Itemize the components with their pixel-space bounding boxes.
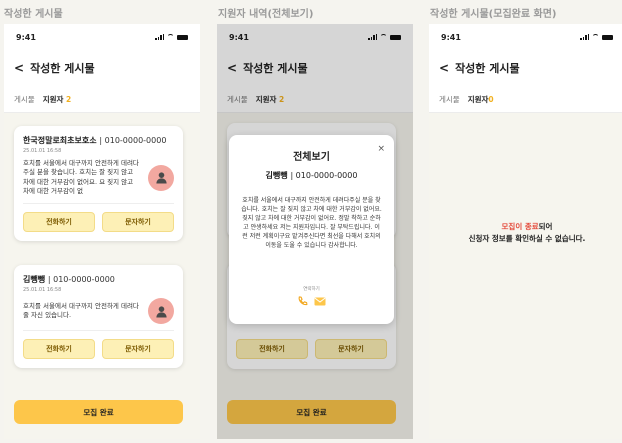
close-icon[interactable]: ×	[377, 144, 385, 154]
tab-applicants-label: 지원자	[467, 95, 489, 104]
applicant-name-line: 한국정말로최초보호소 | 010-0000-0000	[23, 135, 174, 146]
signal-icon	[580, 34, 589, 40]
page-title: 작성한 게시물	[30, 62, 95, 75]
tab-bar: 게시물 지원자 2	[14, 94, 71, 105]
tab-posts[interactable]: 게시물	[14, 94, 35, 105]
user-icon	[155, 172, 167, 184]
closed-accent-text: 모집이 종료	[501, 222, 539, 231]
applicant-phone: | 010-0000-0000	[47, 275, 115, 284]
wifi-icon	[592, 34, 599, 40]
caption-recruit-done: 작성한 게시물(모집완료 화면)	[430, 9, 557, 20]
tab-applicants[interactable]: 지원자0	[468, 94, 494, 105]
closed-text-line2: 신청자 정보를 확인하실 수 없습니다.	[468, 234, 586, 243]
signal-icon	[155, 34, 164, 40]
recruit-closed-message: 모집이 종료되어 신청자 정보를 확인하실 수 없습니다.	[429, 221, 622, 245]
closed-text: 되어	[538, 222, 553, 231]
call-button[interactable]: 전화하기	[23, 211, 95, 232]
applicant-message[interactable]: 호치를 서울에서 대구까지 안전하게 데려다 줄 자신 있습니다.	[23, 302, 141, 321]
applicant-count: 2	[66, 95, 72, 104]
tab-bar: 게시물 지원자0	[439, 94, 494, 105]
content-area: 모집이 종료되어 신청자 정보를 확인하실 수 없습니다.	[429, 113, 622, 439]
modal-applicant-phone: | 010-0000-0000	[290, 171, 358, 180]
applicant-card: 한국정말로최초보호소 | 010-0000-0000 25.01.01 16:5…	[14, 126, 183, 241]
back-icon[interactable]: <	[439, 61, 449, 75]
contact-label: 연락하기	[303, 287, 320, 292]
battery-icon	[602, 34, 613, 40]
mail-icon[interactable]	[314, 296, 326, 307]
status-time: 9:41	[441, 33, 461, 42]
applicant-name: 한국정말로최초보호소	[23, 136, 97, 145]
recruit-done-button[interactable]: 모집 완료	[14, 400, 183, 424]
page-title: 작성한 게시물	[455, 62, 520, 75]
status-bar: 9:41	[429, 24, 622, 50]
modal-message: 호치를 서울에서 대구까지 안전하게 데려다주실 분을 찾습니다. 호치는 잘 …	[241, 197, 382, 249]
content-area: 한국정말로최초보호소 | 010-0000-0000 25.01.01 16:5…	[4, 113, 200, 439]
screen-posts: 9:41 < 작성한 게시물 게시물 지원자 2 한국정말로최초보호소 | 01…	[4, 24, 200, 439]
modal-title: 전체보기	[293, 152, 330, 163]
status-bar: 9:41	[4, 24, 200, 50]
back-icon[interactable]: <	[14, 61, 24, 75]
avatar	[148, 298, 174, 324]
applicant-date: 25.01.01 16:58	[23, 287, 62, 293]
applicant-name: 김뺑뺑	[23, 275, 46, 284]
battery-icon	[177, 34, 188, 40]
tab-posts[interactable]: 게시물	[439, 94, 460, 105]
header: < 작성한 게시물	[14, 60, 95, 76]
modal-applicant: 김뺑뺑 | 010-0000-0000	[229, 170, 394, 181]
applicant-count: 0	[488, 95, 494, 104]
caption-applicants-detail: 지원자 내역(전체보기)	[218, 9, 314, 20]
screen-applicant-detail: 9:41 < 작성한 게시물 게시물 지원자 2 전화하기 문자하기 모집 완료…	[217, 24, 413, 439]
modal-applicant-name: 김뺑뺑	[265, 171, 288, 180]
applicant-card: 김뺑뺑 | 010-0000-0000 25.01.01 16:58 호치를 서…	[14, 265, 183, 368]
full-view-modal: 전체보기 × 김뺑뺑 | 010-0000-0000 호치를 서울에서 대구까지…	[229, 135, 394, 324]
avatar	[148, 164, 174, 191]
text-button[interactable]: 문자하기	[102, 339, 174, 359]
header: < 작성한 게시물	[439, 60, 520, 76]
tab-applicants-label: 지원자	[42, 95, 64, 104]
applicant-message[interactable]: 호치를 서울에서 대구까지 안전하게 데려다주실 분을 찾습니다. 호치는 잘 …	[23, 159, 141, 197]
phone-icon[interactable]	[297, 296, 308, 307]
text-button[interactable]: 문자하기	[102, 211, 174, 232]
contact-icons	[229, 296, 394, 307]
applicant-name-line: 김뺑뺑 | 010-0000-0000	[23, 274, 174, 285]
call-button[interactable]: 전화하기	[23, 339, 95, 359]
applicant-date: 25.01.01 16:58	[23, 148, 62, 154]
wifi-icon	[167, 34, 174, 40]
caption-posts: 작성한 게시물	[4, 9, 63, 20]
user-icon	[155, 305, 167, 318]
screen-recruit-done: 9:41 < 작성한 게시물 게시물 지원자0 모집이 종료되어 신청자 정보를…	[429, 24, 622, 439]
status-time: 9:41	[16, 33, 36, 42]
tab-applicants[interactable]: 지원자 2	[43, 94, 72, 105]
applicant-phone: | 010-0000-0000	[99, 136, 167, 145]
